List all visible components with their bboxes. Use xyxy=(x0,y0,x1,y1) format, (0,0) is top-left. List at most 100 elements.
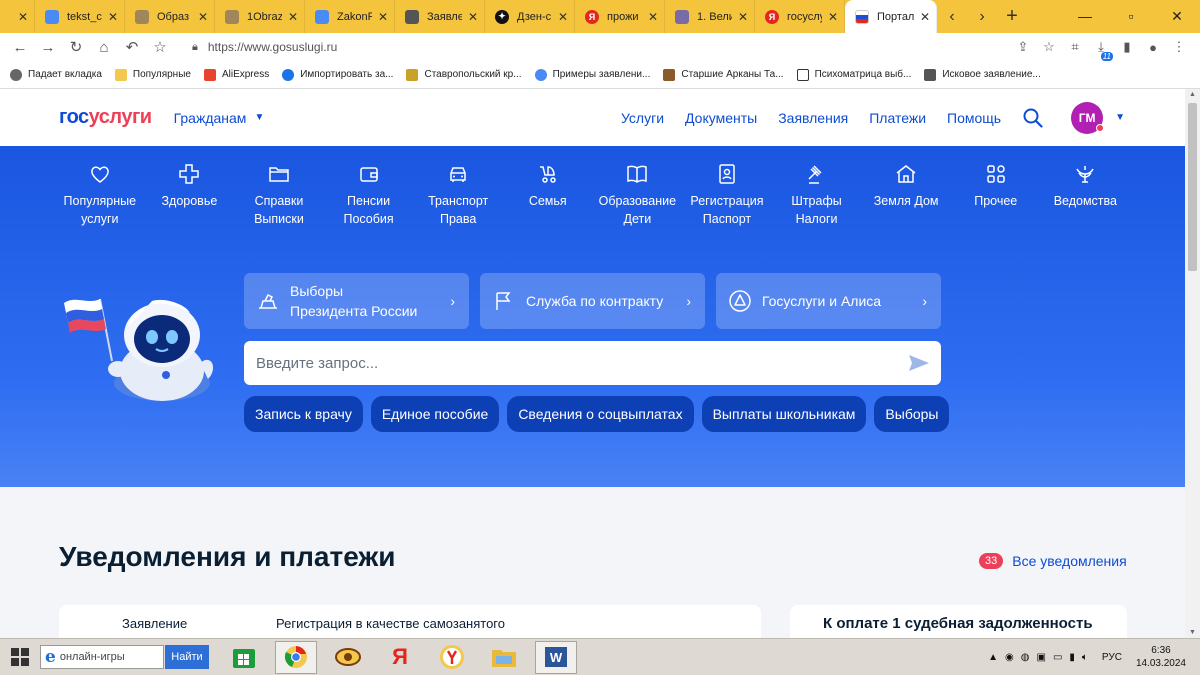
bookmark-item[interactable]: Ставропольский кр... xyxy=(406,68,522,81)
tray-app-icon[interactable]: ◉ xyxy=(1005,652,1014,663)
bookmark-item[interactable]: AliExpress xyxy=(203,68,269,81)
browser-tab[interactable]: ✦ Дзен-с ✕ xyxy=(485,0,575,33)
windows-start-button[interactable] xyxy=(0,639,40,675)
signal-icon[interactable]: ▮ xyxy=(1069,652,1075,663)
quick-card-elections[interactable]: Выборы Президента России › xyxy=(244,273,469,329)
share-icon[interactable]: ⇪ xyxy=(1010,39,1036,55)
back-icon[interactable]: ← xyxy=(6,39,34,56)
browser-tab[interactable]: Образ ✕ xyxy=(125,0,215,33)
chip-social-payments[interactable]: Сведения о соцвыплатах xyxy=(507,396,694,432)
close-icon[interactable]: ✕ xyxy=(378,10,388,24)
notification-card[interactable]: Заявление Регистрация в качестве самозан… xyxy=(59,605,761,638)
yandex-browser-icon[interactable] xyxy=(431,641,473,674)
chevron-down-icon[interactable]: ▼ xyxy=(1115,112,1125,123)
volume-icon[interactable]: 🔈︎ xyxy=(1082,652,1088,663)
category-pensions[interactable]: Пенсии Пособия xyxy=(324,162,414,228)
chip-school-payments[interactable]: Выплаты школьникам xyxy=(701,396,867,432)
taskbar-search-field[interactable]: e онлайн-игры xyxy=(40,645,164,669)
close-icon[interactable]: ✕ xyxy=(198,10,208,24)
tray-app-icon[interactable]: ◍ xyxy=(1021,652,1030,663)
browser-tab[interactable]: tekst_c ✕ xyxy=(35,0,125,33)
scroll-down-icon[interactable]: ▼ xyxy=(1185,629,1200,636)
browser-tab[interactable]: 1Obraz ✕ xyxy=(215,0,305,33)
browser-tab[interactable]: Я госуслу ✕ xyxy=(755,0,845,33)
chrome-app-icon[interactable] xyxy=(275,640,317,674)
bookmark-item[interactable]: Примеры заявлени... xyxy=(534,68,650,81)
battery-icon[interactable]: ▭ xyxy=(1053,652,1062,663)
close-icon[interactable]: ✕ xyxy=(828,10,838,24)
chevron-left-icon[interactable]: ‹ xyxy=(937,8,967,26)
nav-services[interactable]: Услуги xyxy=(621,110,664,126)
browser-tab-active[interactable]: Портал ✕ xyxy=(845,0,937,33)
forward-icon[interactable]: → xyxy=(34,39,62,56)
quick-card-contract-service[interactable]: Служба по контракту › xyxy=(480,273,705,329)
close-icon[interactable]: ✕ xyxy=(18,10,28,24)
category-other[interactable]: Прочее xyxy=(951,162,1041,228)
audience-dropdown[interactable]: Гражданам ▼ xyxy=(174,110,265,126)
network-icon[interactable]: ▣ xyxy=(1036,652,1045,663)
quick-card-alice[interactable]: Госуслуги и Алиса › xyxy=(716,273,941,329)
chip-unified-allowance[interactable]: Единое пособие xyxy=(370,396,500,432)
scroll-thumb[interactable] xyxy=(1188,103,1197,271)
nav-help[interactable]: Помощь xyxy=(947,110,1001,126)
category-family[interactable]: Семья xyxy=(503,162,593,228)
search-icon[interactable] xyxy=(1023,108,1043,128)
yandex-app-icon[interactable]: Я xyxy=(379,641,421,674)
new-tab-button[interactable]: + xyxy=(997,5,1027,28)
close-icon[interactable]: ✕ xyxy=(288,10,298,24)
nav-payments[interactable]: Платежи xyxy=(869,110,926,126)
page-scrollbar[interactable]: ▲ ▼ xyxy=(1185,89,1200,638)
language-indicator[interactable]: РУС xyxy=(1102,652,1122,663)
search-input[interactable] xyxy=(256,354,907,372)
close-icon[interactable]: ✕ xyxy=(558,10,568,24)
browser-tab[interactable]: 1. Вели ✕ xyxy=(665,0,755,33)
close-icon[interactable]: ✕ xyxy=(648,10,658,24)
close-window-icon[interactable]: ✕ xyxy=(1154,8,1200,25)
category-fines[interactable]: Штрафы Налоги xyxy=(772,162,862,228)
close-icon[interactable]: ✕ xyxy=(920,10,930,24)
download-icon[interactable]: ⤓ 11 xyxy=(1088,39,1114,61)
nav-documents[interactable]: Документы xyxy=(685,110,757,126)
bookmark-star-icon[interactable]: ☆ xyxy=(1036,39,1062,55)
category-health[interactable]: Здоровье xyxy=(145,162,235,228)
scroll-up-icon[interactable]: ▲ xyxy=(1185,91,1200,98)
close-icon[interactable]: ✕ xyxy=(108,10,118,24)
category-popular[interactable]: Популярные услуги xyxy=(55,162,145,228)
category-land[interactable]: Земля Дом xyxy=(861,162,951,228)
nav-applications[interactable]: Заявления xyxy=(778,110,848,126)
bookmark-item[interactable]: Падает вкладка xyxy=(10,68,102,81)
close-icon[interactable]: ✕ xyxy=(468,10,478,24)
taskbar-search-button[interactable]: Найти xyxy=(165,645,209,669)
category-certificates[interactable]: Справки Выписки xyxy=(234,162,324,228)
avatar[interactable]: ГМ xyxy=(1071,101,1105,134)
eye-app-icon[interactable] xyxy=(327,641,369,674)
category-registration[interactable]: Регистрация Паспорт xyxy=(682,162,772,228)
chip-elections[interactable]: Выборы xyxy=(874,396,950,432)
close-icon[interactable]: ✕ xyxy=(738,10,748,24)
browser-tab[interactable]: Заявле ✕ xyxy=(395,0,485,33)
undo-icon[interactable]: ↶ xyxy=(118,38,146,56)
star-icon[interactable]: ☆ xyxy=(146,38,174,56)
browser-tab[interactable]: ✕ xyxy=(0,0,35,33)
payment-card[interactable]: К оплате 1 судебная задолженность xyxy=(790,605,1127,638)
chip-doctor-appointment[interactable]: Запись к врачу xyxy=(244,396,363,432)
category-transport[interactable]: Транспорт Права xyxy=(413,162,503,228)
tray-expand-icon[interactable]: ▲ xyxy=(988,652,998,663)
category-education[interactable]: Образование Дети xyxy=(593,162,683,228)
word-app-icon[interactable]: W xyxy=(535,640,577,674)
browser-tab[interactable]: ZakonF ✕ xyxy=(305,0,395,33)
crop-icon[interactable]: ⌗ xyxy=(1062,39,1088,55)
send-icon[interactable] xyxy=(907,353,931,373)
minimize-icon[interactable]: — xyxy=(1062,8,1108,25)
bookmark-item[interactable]: Старшие Арканы Та... xyxy=(663,68,784,81)
url-field[interactable]: 🔒︎ https://www.gosuslugi.ru xyxy=(184,35,984,59)
clock[interactable]: 6:36 14.03.2024 xyxy=(1136,644,1186,670)
bookmark-item[interactable]: Популярные xyxy=(114,68,191,81)
menu-icon[interactable]: ⋮ xyxy=(1166,39,1192,55)
profile-icon[interactable]: ● xyxy=(1140,40,1166,55)
gosuslugi-logo[interactable]: госуслуги xyxy=(59,106,152,129)
all-notifications-link[interactable]: 33 Все уведомления xyxy=(979,553,1127,569)
store-app-icon[interactable] xyxy=(223,641,265,674)
bookmark-item[interactable]: Исковое заявление... xyxy=(924,68,1041,81)
reload-icon[interactable]: ↻ xyxy=(62,38,90,56)
